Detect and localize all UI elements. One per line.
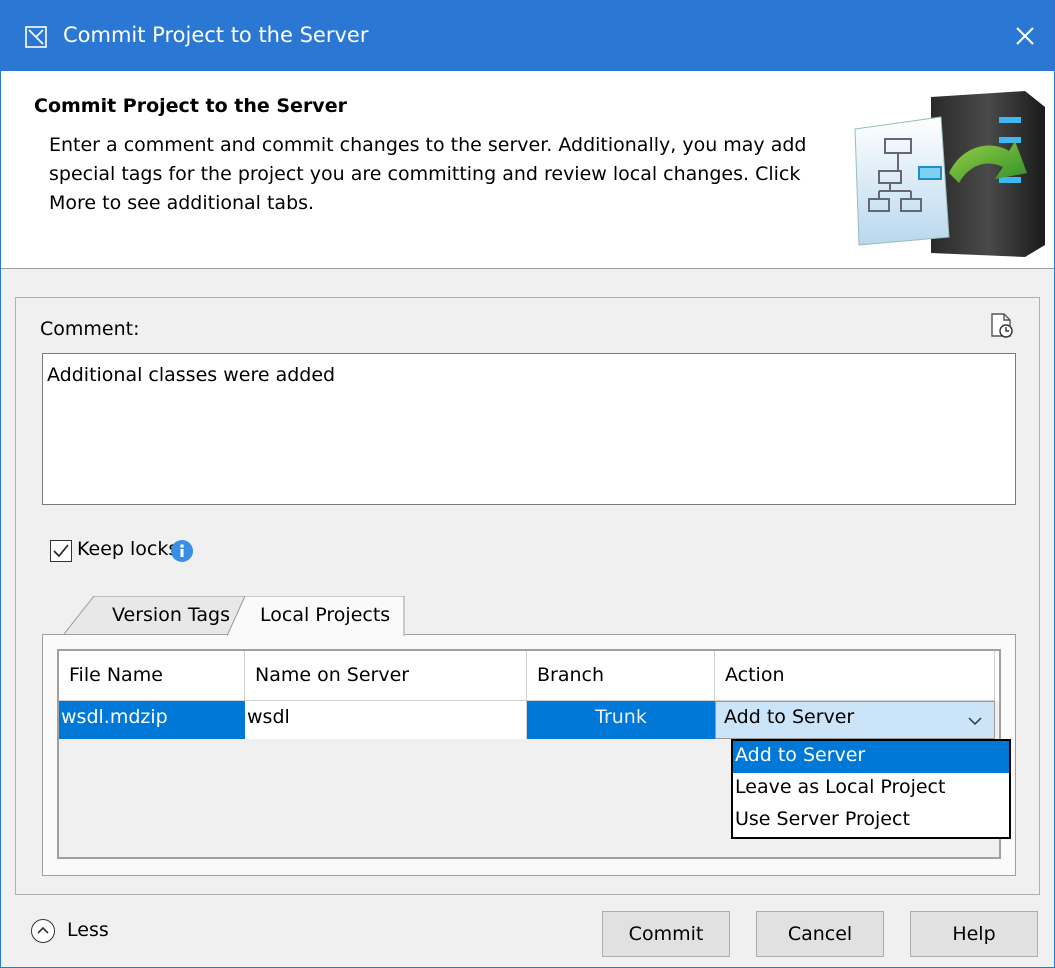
server-commit-illustration [854,91,1045,257]
keep-locks-label: Keep locks [77,538,179,560]
action-selected-value: Add to Server [724,706,855,728]
close-icon [1016,27,1034,45]
comment-label: Comment: [40,318,140,340]
main-panel: Comment: Additional classes were added K… [15,297,1040,895]
keep-locks-checkbox[interactable] [50,540,72,562]
column-header-branch[interactable]: Branch [527,651,715,701]
dialog-header: Commit Project to the Server Enter a com… [1,71,1054,269]
cell-file-name[interactable]: wsdl.mdzip [59,701,245,739]
help-button[interactable]: Help [910,911,1038,957]
column-header-file-name[interactable]: File Name [59,651,245,701]
action-dropdown-list: Add to Server Leave as Local Project Use… [731,739,1011,839]
dropdown-option-leave-local[interactable]: Leave as Local Project [733,773,1009,805]
table-header: File Name Name on Server Branch Action [59,651,999,701]
commit-dialog: Commit Project to the Server Commit Proj… [0,0,1055,968]
column-header-name-on-server[interactable]: Name on Server [245,651,527,701]
less-label: Less [67,919,109,941]
column-header-action[interactable]: Action [715,651,995,701]
tab-version-tags-label[interactable]: Version Tags [112,604,230,626]
comment-history-icon[interactable] [988,312,1016,340]
comment-textarea[interactable]: Additional classes were added [42,353,1016,505]
dialog-icon [25,26,47,48]
header-title: Commit Project to the Server [34,95,347,117]
dropdown-option-add-to-server[interactable]: Add to Server [733,741,1009,773]
table-row[interactable]: wsdl.mdzip wsdl Trunk Add to Server [59,701,999,739]
tab-local-projects-label[interactable]: Local Projects [260,604,390,626]
local-projects-table: File Name Name on Server Branch Action w… [57,649,1011,859]
cell-name-on-server[interactable]: wsdl [245,701,527,739]
cell-branch[interactable]: Trunk [527,701,715,739]
checkmark-icon [53,544,69,558]
local-projects-panel: File Name Name on Server Branch Action w… [42,634,1016,876]
chevron-down-icon [968,717,982,726]
title-bar: Commit Project to the Server [1,1,1054,71]
dialog-footer: Less Commit Cancel Help [1,899,1054,967]
action-combobox[interactable]: Add to Server [715,701,995,739]
header-description: Enter a comment and commit changes to th… [49,134,807,214]
commit-button[interactable]: Commit [602,911,730,957]
dropdown-option-use-server[interactable]: Use Server Project [733,805,1009,837]
close-button[interactable] [996,1,1054,71]
chevron-up-circle-icon [31,919,55,943]
window-title: Commit Project to the Server [63,23,369,47]
info-icon[interactable] [170,539,194,563]
cancel-button[interactable]: Cancel [756,911,884,957]
tab-area: Version Tags File Name Name on Server Br… [42,596,1016,876]
